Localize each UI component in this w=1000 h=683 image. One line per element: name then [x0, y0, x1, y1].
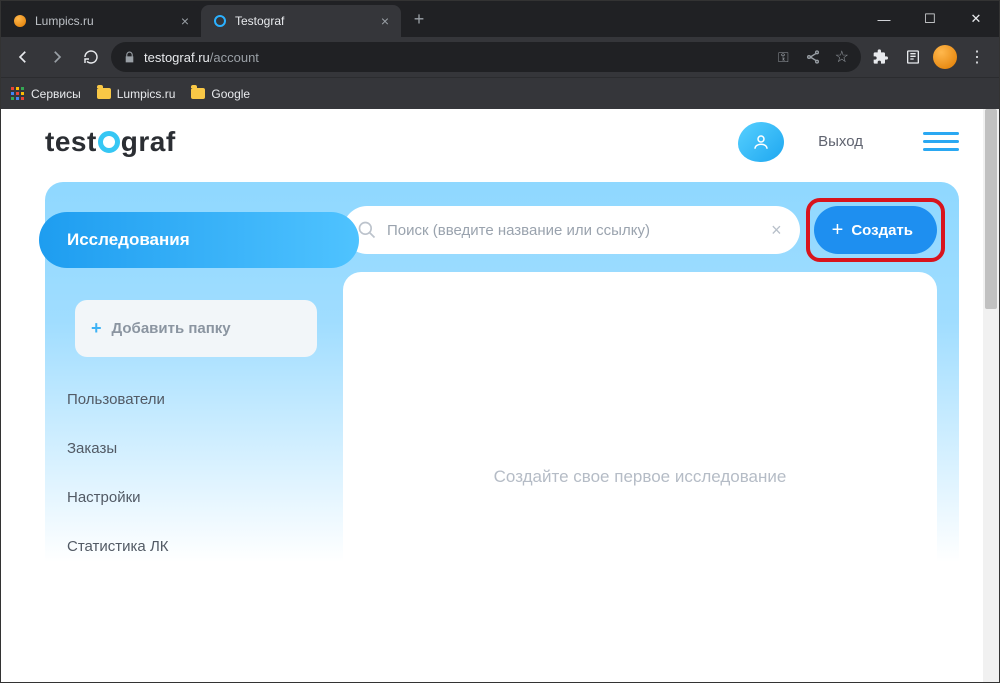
profile-button[interactable] [738, 122, 784, 162]
sidebar-item-users[interactable]: Пользователи [45, 375, 335, 424]
search-input[interactable] [387, 222, 757, 239]
site-header: test graf Выход [1, 109, 999, 174]
site-logo[interactable]: test graf [45, 126, 176, 158]
nav-reload-icon[interactable] [77, 43, 105, 71]
apps-button[interactable]: Сервисы [11, 87, 81, 101]
share-icon[interactable] [805, 49, 821, 65]
browser-tab-testograf[interactable]: Testograf × [201, 5, 401, 37]
apps-grid-icon [11, 87, 25, 101]
extensions-icon[interactable] [867, 43, 895, 71]
url-box[interactable]: testograf.ru/account ⚿ ☆ [111, 42, 861, 72]
favicon-orange-icon [13, 14, 27, 28]
sidebar-item-stats[interactable]: Статистика ЛК [45, 522, 335, 571]
logout-link[interactable]: Выход [818, 133, 863, 150]
plus-icon: + [832, 219, 844, 242]
browser-chrome: Lumpics.ru × Testograf × + ― ☐ ✕ testogr… [1, 1, 999, 109]
main-panel: Исследования + Добавить папку Пользовате… [45, 182, 959, 682]
bookmarks-bar: Сервисы Lumpics.ru Google [1, 77, 999, 109]
scrollbar[interactable] [983, 109, 999, 682]
logo-prefix: test [45, 126, 97, 158]
tab-close-icon[interactable]: × [381, 13, 389, 29]
nav-back-icon[interactable] [9, 43, 37, 71]
sidebar: Исследования + Добавить папку Пользовате… [45, 182, 335, 682]
window-close-icon[interactable]: ✕ [953, 1, 999, 37]
apps-label: Сервисы [31, 87, 81, 101]
sidebar-item-orders[interactable]: Заказы [45, 424, 335, 473]
toolbar-row: × + Создать [343, 206, 937, 254]
folder-icon [97, 88, 111, 99]
nav-forward-icon[interactable] [43, 43, 71, 71]
create-button[interactable]: + Создать [814, 206, 937, 254]
tab-title: Lumpics.ru [35, 14, 94, 28]
bookmark-star-icon[interactable]: ☆ [835, 47, 849, 67]
logo-ring-icon [98, 131, 120, 153]
main-area: × + Создать Создайте свое первое исследо… [335, 182, 959, 682]
logo-suffix: graf [121, 126, 176, 158]
kebab-menu-icon[interactable]: ⋮ [963, 43, 991, 71]
clear-search-icon[interactable]: × [767, 220, 786, 241]
add-folder-label: Добавить папку [112, 320, 231, 337]
browser-tab-lumpics[interactable]: Lumpics.ru × [1, 5, 201, 37]
address-bar: testograf.ru/account ⚿ ☆ ⋮ [1, 37, 999, 77]
tab-close-icon[interactable]: × [181, 13, 189, 29]
sidebar-tab-research[interactable]: Исследования [39, 212, 359, 268]
new-tab-button[interactable]: + [405, 5, 433, 33]
favicon-ring-icon [213, 14, 227, 28]
window-controls: ― ☐ ✕ [861, 1, 999, 37]
add-folder-button[interactable]: + Добавить папку [75, 300, 317, 357]
folder-icon [191, 88, 205, 99]
url-text: testograf.ru/account [144, 50, 259, 65]
bookmark-lumpics[interactable]: Lumpics.ru [97, 87, 176, 101]
bookmark-label: Lumpics.ru [117, 87, 176, 101]
bookmark-label: Google [211, 87, 250, 101]
create-label: Создать [851, 222, 913, 239]
key-icon[interactable]: ⚿ [778, 49, 789, 66]
page-viewport: test graf Выход Исследования + Добавить п… [1, 109, 999, 682]
user-icon [752, 133, 770, 151]
create-button-highlight: + Создать [814, 206, 937, 254]
bookmark-google[interactable]: Google [191, 87, 250, 101]
window-minimize-icon[interactable]: ― [861, 1, 907, 37]
search-icon [357, 220, 377, 240]
search-box[interactable]: × [343, 206, 800, 254]
profile-avatar[interactable] [931, 43, 959, 71]
tab-title: Testograf [235, 14, 284, 28]
tab-bar: Lumpics.ru × Testograf × + ― ☐ ✕ [1, 1, 999, 37]
empty-state-card: Создайте свое первое исследование [343, 272, 937, 682]
plus-icon: + [91, 318, 102, 339]
lock-icon [123, 51, 136, 64]
hamburger-menu-icon[interactable] [923, 132, 959, 151]
empty-state-text: Создайте свое первое исследование [494, 467, 787, 487]
sidebar-item-settings[interactable]: Настройки [45, 473, 335, 522]
window-maximize-icon[interactable]: ☐ [907, 1, 953, 37]
reading-list-icon[interactable] [899, 43, 927, 71]
